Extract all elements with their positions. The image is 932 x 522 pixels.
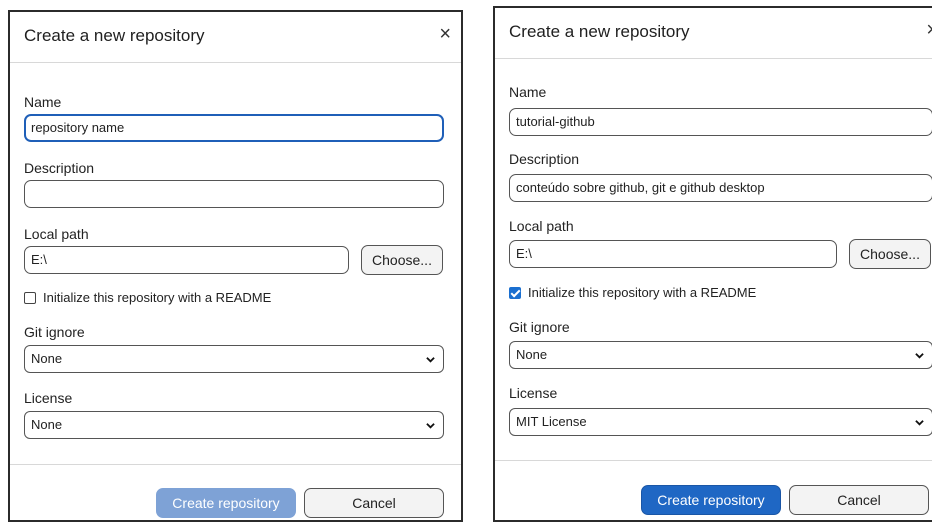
choose-button[interactable]: Choose... — [849, 239, 931, 269]
license-select[interactable]: MIT License — [509, 408, 932, 436]
local-path-input-text: E:\ — [31, 252, 47, 267]
chevron-down-icon — [426, 357, 435, 363]
dialog-header: Create a new repository × — [495, 8, 932, 59]
readme-checkbox-label: Initialize this repository with a README — [528, 285, 757, 300]
choose-button[interactable]: Choose... — [361, 245, 443, 275]
local-path-input-text: E:\ — [516, 246, 532, 261]
local-path-input[interactable]: E:\ — [24, 246, 349, 274]
local-path-input[interactable]: E:\ — [509, 240, 837, 268]
gitignore-label: Git ignore — [509, 319, 570, 335]
gitignore-select-value: None — [516, 347, 548, 362]
description-label: Description — [24, 160, 95, 176]
description-input[interactable] — [24, 180, 444, 208]
create-repository-dialog-filled: Create a new repository × Name tutorial-… — [493, 6, 932, 522]
name-input[interactable]: tutorial-github — [509, 108, 932, 136]
close-icon[interactable]: × — [926, 20, 932, 40]
local-path-label: Local path — [509, 218, 574, 234]
footer-divider — [10, 464, 461, 465]
cancel-button[interactable]: Cancel — [789, 485, 929, 515]
name-input-text: tutorial-github — [516, 114, 595, 129]
dialog-header: Create a new repository × — [10, 12, 461, 63]
license-select-value: None — [31, 417, 63, 432]
gitignore-label: Git ignore — [24, 324, 85, 340]
chevron-down-icon — [426, 423, 435, 429]
close-icon[interactable]: × — [439, 24, 451, 44]
chevron-down-icon — [915, 420, 924, 426]
readme-checkbox-label: Initialize this repository with a README — [43, 290, 272, 305]
readme-checkbox-row[interactable]: Initialize this repository with a README — [509, 285, 756, 300]
description-input-text: conteúdo sobre github, git e github desk… — [516, 180, 765, 195]
readme-checkbox-row[interactable]: Initialize this repository with a README — [24, 290, 271, 305]
description-label: Description — [509, 151, 580, 167]
license-select-value: MIT License — [516, 414, 587, 429]
gitignore-select-value: None — [31, 351, 63, 366]
name-label: Name — [24, 94, 62, 110]
local-path-label: Local path — [24, 226, 89, 242]
dialog-title: Create a new repository — [24, 26, 205, 45]
cancel-button[interactable]: Cancel — [304, 488, 444, 518]
name-input[interactable]: repository name — [24, 114, 444, 142]
checkbox-icon[interactable] — [24, 291, 36, 304]
dialog-title: Create a new repository — [509, 22, 690, 41]
license-select[interactable]: None — [24, 411, 444, 439]
gitignore-select[interactable]: None — [24, 345, 444, 373]
create-repository-dialog-empty: Create a new repository × Name repositor… — [8, 10, 463, 522]
license-label: License — [509, 385, 558, 401]
checkbox-icon[interactable] — [509, 286, 521, 299]
create-repository-button[interactable]: Create repository — [641, 485, 781, 515]
create-repository-button[interactable]: Create repository — [156, 488, 296, 518]
description-input[interactable]: conteúdo sobre github, git e github desk… — [509, 174, 932, 202]
footer-divider — [495, 460, 932, 461]
gitignore-select[interactable]: None — [509, 341, 932, 369]
name-input-text: repository name — [31, 120, 125, 135]
name-label: Name — [509, 84, 547, 100]
chevron-down-icon — [915, 353, 924, 359]
license-label: License — [24, 390, 73, 406]
